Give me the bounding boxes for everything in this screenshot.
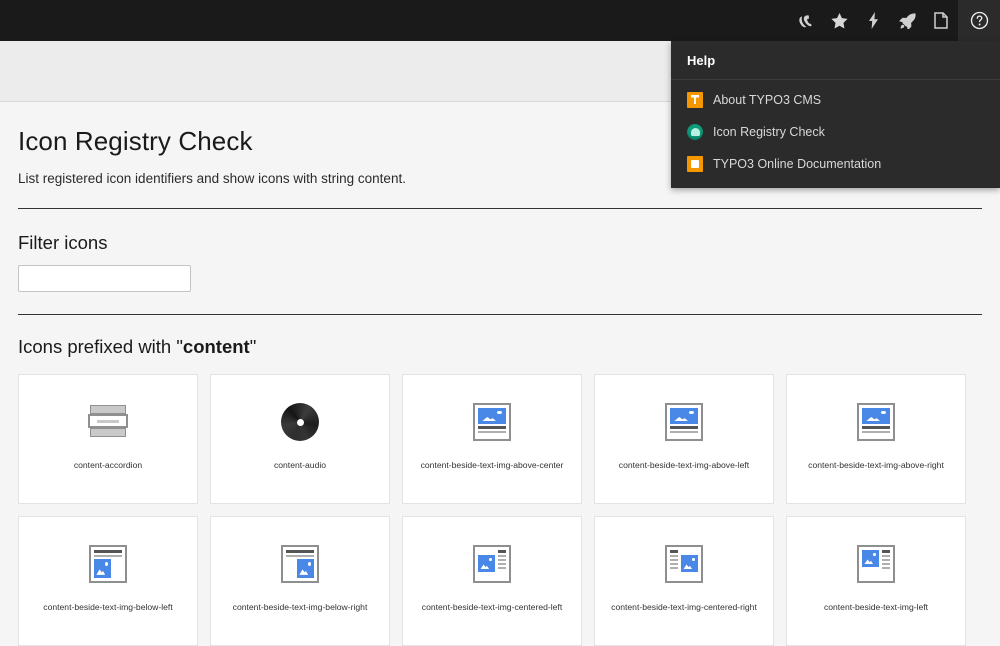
content-beside-text-img-centered-left-icon — [471, 543, 513, 585]
content-beside-text-img-above-center-icon — [471, 401, 513, 443]
content-beside-text-img-left-icon — [855, 543, 897, 585]
icon-identifier-label: content-beside-text-img-below-left — [43, 602, 173, 612]
icon-identifier-label: content-beside-text-img-below-right — [232, 602, 368, 612]
dropdown-item-list: About TYPO3 CMS Icon Registry Check TYPO… — [671, 80, 1000, 188]
content-accordion-icon — [87, 401, 129, 443]
icon-identifier-label: content-beside-text-img-centered-left — [421, 602, 563, 612]
section-title-suffix: " — [249, 336, 257, 357]
dropdown-item-label: TYPO3 Online Documentation — [713, 157, 882, 171]
icon-identifier-label: content-beside-text-img-above-left — [618, 460, 750, 470]
help-question-icon[interactable] — [958, 0, 1000, 41]
dropdown-title: Help — [671, 41, 1000, 80]
icon-identifier-label: content-beside-text-img-above-center — [420, 460, 564, 470]
dropdown-item-online-documentation[interactable]: TYPO3 Online Documentation — [671, 148, 1000, 180]
typo3-logo-icon[interactable] — [788, 0, 822, 41]
icon-card[interactable]: content-beside-text-img-below-right — [210, 516, 390, 646]
icon-card[interactable]: content-beside-text-img-centered-left — [402, 516, 582, 646]
icon-card[interactable]: content-beside-text-img-centered-right — [594, 516, 774, 646]
divider-bottom — [18, 314, 982, 315]
icon-identifier-label: content-beside-text-img-above-right — [808, 460, 944, 470]
content-beside-text-img-above-right-icon — [855, 401, 897, 443]
filter-input[interactable] — [18, 265, 191, 292]
section-title: Icons prefixed with "content" — [18, 336, 982, 358]
icon-card[interactable]: content-beside-text-img-left — [786, 516, 966, 646]
icon-card[interactable]: content-beside-text-img-above-right — [786, 374, 966, 504]
icon-identifier-label: content-accordion — [73, 460, 143, 470]
content-beside-text-img-below-right-icon — [279, 543, 321, 585]
dropdown-item-icon-registry-check[interactable]: Icon Registry Check — [671, 116, 1000, 148]
icon-card[interactable]: content-beside-text-img-above-center — [402, 374, 582, 504]
dropdown-item-label: About TYPO3 CMS — [713, 93, 822, 107]
page-document-icon[interactable] — [924, 0, 958, 41]
section-title-prefix: Icons prefixed with " — [18, 336, 183, 357]
icon-identifier-label: content-beside-text-img-left — [823, 602, 929, 612]
flash-lightning-icon[interactable] — [856, 0, 890, 41]
typo3-logo-icon — [687, 92, 703, 108]
rocket-icon[interactable] — [890, 0, 924, 41]
icon-registry-icon — [687, 124, 703, 140]
divider-top — [18, 208, 982, 209]
section-title-keyword: content — [182, 336, 250, 357]
icon-card[interactable]: content-beside-text-img-below-left — [18, 516, 198, 646]
dropdown-item-label: Icon Registry Check — [713, 125, 825, 139]
filter-label: Filter icons — [18, 232, 108, 253]
help-dropdown-panel: Help About TYPO3 CMS Icon Registry Check… — [671, 41, 1000, 188]
documentation-icon — [687, 156, 703, 172]
icon-card[interactable]: content-beside-text-img-above-left — [594, 374, 774, 504]
icon-card[interactable]: content-audio — [210, 374, 390, 504]
bookmark-star-icon[interactable] — [822, 0, 856, 41]
top-toolbar — [0, 0, 1000, 41]
content-beside-text-img-centered-right-icon — [663, 543, 705, 585]
dropdown-item-about-typo3[interactable]: About TYPO3 CMS — [671, 84, 1000, 116]
icon-grid: content-accordion content-audio content-… — [18, 374, 982, 646]
content-beside-text-img-above-left-icon — [663, 401, 705, 443]
icon-identifier-label: content-beside-text-img-centered-right — [611, 602, 757, 612]
icon-card[interactable]: content-accordion — [18, 374, 198, 504]
content-audio-icon — [279, 401, 321, 443]
content-beside-text-img-below-left-icon — [87, 543, 129, 585]
icon-identifier-label: content-audio — [273, 460, 327, 470]
